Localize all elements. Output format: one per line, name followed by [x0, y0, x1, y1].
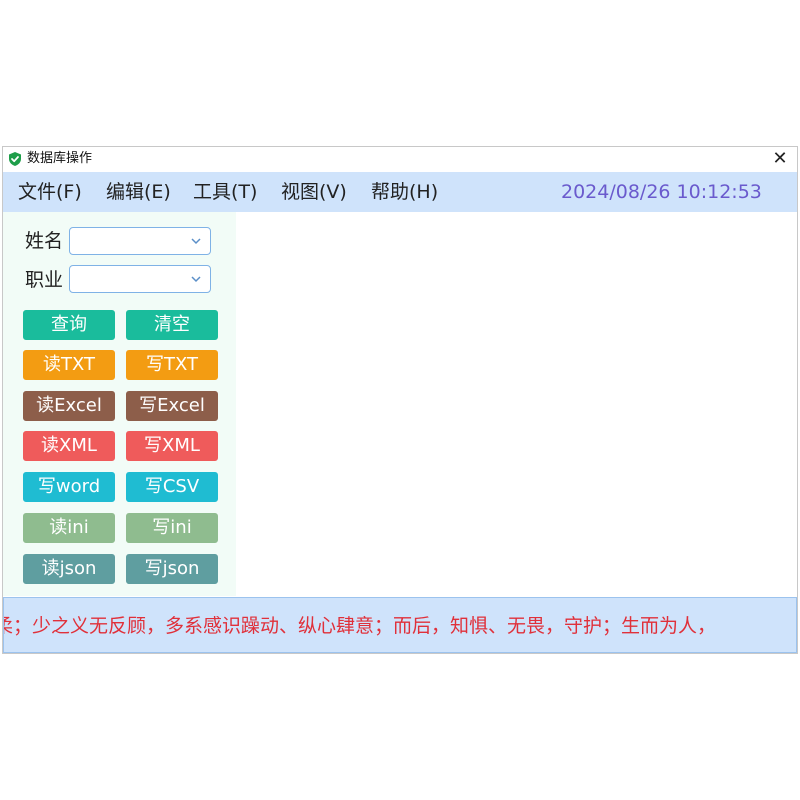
- write-word-button[interactable]: 写word: [23, 472, 115, 502]
- shield-check-icon: [9, 152, 21, 166]
- read-txt-button[interactable]: 读TXT: [23, 350, 115, 380]
- datetime-display: 2024/08/26 10:12:53: [561, 181, 762, 203]
- clear-button[interactable]: 清空: [126, 310, 218, 340]
- menu-tools[interactable]: 工具(T): [193, 179, 257, 205]
- write-xml-button[interactable]: 写XML: [126, 431, 218, 461]
- title-bar: 数据库操作 ✕: [3, 147, 797, 172]
- read-xml-button[interactable]: 读XML: [23, 431, 115, 461]
- read-excel-button[interactable]: 读Excel: [23, 391, 115, 421]
- main-content-area: [236, 212, 797, 596]
- close-button[interactable]: ✕: [769, 148, 791, 170]
- read-ini-button[interactable]: 读ini: [23, 513, 115, 543]
- chevron-down-icon: [191, 238, 201, 245]
- marquee-bar: 柔；少之义无反顾，多系感识躁动、纵心肆意；而后，知惧、无畏，守护；生而为人，: [3, 597, 797, 653]
- menu-edit[interactable]: 编辑(E): [106, 179, 171, 205]
- menu-file[interactable]: 文件(F): [18, 179, 82, 205]
- marquee-text: 柔；少之义无反顾，多系感识躁动、纵心肆意；而后，知惧、无畏，守护；生而为人，: [3, 615, 717, 637]
- menu-help[interactable]: 帮助(H): [371, 179, 438, 205]
- write-json-button[interactable]: 写json: [126, 554, 218, 584]
- read-json-button[interactable]: 读json: [23, 554, 115, 584]
- write-ini-button[interactable]: 写ini: [126, 513, 218, 543]
- name-combobox[interactable]: [69, 227, 211, 255]
- chevron-down-icon: [191, 276, 201, 283]
- job-label: 职业: [25, 269, 64, 291]
- query-button[interactable]: 查询: [23, 310, 115, 340]
- job-combobox[interactable]: [69, 265, 211, 293]
- write-txt-button[interactable]: 写TXT: [126, 350, 218, 380]
- write-excel-button[interactable]: 写Excel: [126, 391, 218, 421]
- menu-bar: 文件(F) 编辑(E) 工具(T) 视图(V) 帮助(H) 2024/08/26…: [3, 172, 797, 212]
- window-title: 数据库操作: [27, 151, 93, 166]
- menu-view[interactable]: 视图(V): [281, 179, 347, 205]
- write-csv-button[interactable]: 写CSV: [126, 472, 218, 502]
- left-panel: 姓名 职业 查询 清空 读TXT 写TXT 读Excel 写Excel 读XML…: [3, 212, 236, 596]
- name-label: 姓名: [25, 230, 64, 252]
- app-window: 数据库操作 ✕ 文件(F) 编辑(E) 工具(T) 视图(V) 帮助(H) 20…: [2, 146, 798, 654]
